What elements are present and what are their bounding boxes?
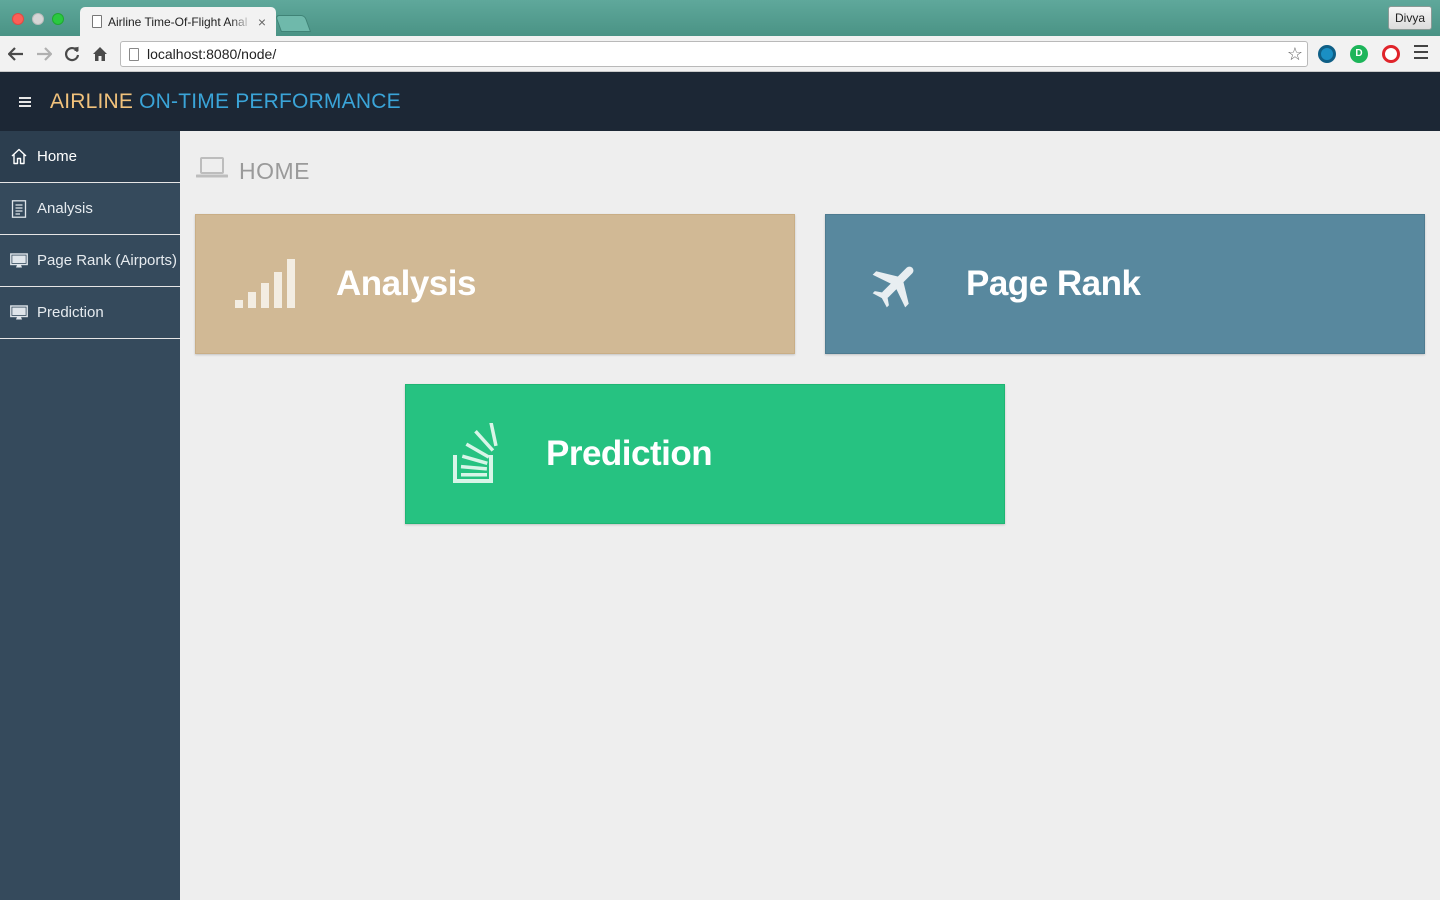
reload-button[interactable]: [62, 44, 82, 64]
sidebar-item-home[interactable]: Home: [0, 131, 180, 183]
laptop-icon: [195, 157, 229, 185]
document-icon: [10, 199, 28, 218]
sidebar-item-label: Page Rank (Airports): [37, 252, 178, 269]
browser-menu-icon[interactable]: [1414, 45, 1428, 61]
analysis-card[interactable]: Analysis: [195, 214, 795, 354]
new-tab-button[interactable]: [274, 15, 312, 32]
browser-tab[interactable]: Airline Time-Of-Flight Anal ×: [80, 7, 276, 36]
reload-icon: [64, 46, 80, 62]
app-header: AIRLINE ON-TIME PERFORMANCE: [0, 72, 1440, 131]
extension-opera-icon[interactable]: [1382, 45, 1400, 63]
minimize-window-button[interactable]: [32, 13, 44, 25]
forward-button[interactable]: [34, 44, 54, 64]
home-icon: [93, 47, 107, 61]
profile-button[interactable]: Divya: [1387, 6, 1432, 30]
extension-clock-icon[interactable]: [1318, 45, 1336, 63]
address-bar[interactable]: localhost:8080/node/ ☆: [120, 41, 1308, 67]
arrow-right-icon: [37, 47, 52, 61]
page-rank-card-label: Page Rank: [966, 264, 1141, 303]
sidebar: Home Analysis Page Rank (Airports) Predi…: [0, 131, 180, 900]
analysis-card-label: Analysis: [336, 264, 476, 303]
sidebar-item-label: Home: [37, 148, 78, 165]
page-title: HOME: [195, 157, 310, 185]
sidebar-item-prediction[interactable]: Prediction: [0, 287, 180, 339]
prediction-card-label: Prediction: [546, 434, 713, 473]
sidebar-item-analysis[interactable]: Analysis: [0, 183, 180, 235]
page-rank-card[interactable]: Page Rank: [825, 214, 1425, 354]
main-content: HOME Analysis Page Rank Prediction: [180, 131, 1440, 900]
sidebar-item-label: Prediction: [37, 304, 104, 321]
brand-title[interactable]: AIRLINE ON-TIME PERFORMANCE: [50, 90, 401, 114]
airplane-icon: [826, 214, 966, 354]
tab-title: Airline Time-Of-Flight Anal: [108, 14, 248, 29]
brand-secondary: ON-TIME PERFORMANCE: [139, 89, 401, 113]
browser-titlebar: Airline Time-Of-Flight Anal × Divya: [0, 0, 1440, 36]
page-title-text: HOME: [239, 157, 310, 184]
browser-toolbar: localhost:8080/node/ ☆ D: [0, 36, 1440, 72]
bookmark-star-icon[interactable]: ☆: [1287, 44, 1303, 65]
home-icon: [10, 148, 28, 166]
prediction-card[interactable]: Prediction: [405, 384, 1005, 524]
stack-overflow-icon: [406, 384, 546, 524]
monitor-icon: [10, 304, 28, 322]
extension-d-icon[interactable]: D: [1350, 45, 1368, 63]
page-icon: [129, 47, 139, 61]
url-text: localhost:8080/node/: [147, 46, 277, 62]
signal-bars-icon: [196, 214, 336, 354]
monitor-icon: [10, 252, 28, 270]
sidebar-item-label: Analysis: [37, 200, 93, 217]
arrow-left-icon: [8, 47, 23, 61]
tab-close-icon[interactable]: ×: [258, 14, 266, 30]
brand-primary: AIRLINE: [50, 89, 134, 113]
home-button[interactable]: [90, 44, 110, 64]
hamburger-menu-icon[interactable]: [19, 96, 31, 107]
back-button[interactable]: [6, 44, 26, 64]
close-window-button[interactable]: [12, 13, 24, 25]
sidebar-item-page-rank[interactable]: Page Rank (Airports): [0, 235, 180, 287]
page-icon: [92, 15, 102, 28]
maximize-window-button[interactable]: [52, 13, 64, 25]
